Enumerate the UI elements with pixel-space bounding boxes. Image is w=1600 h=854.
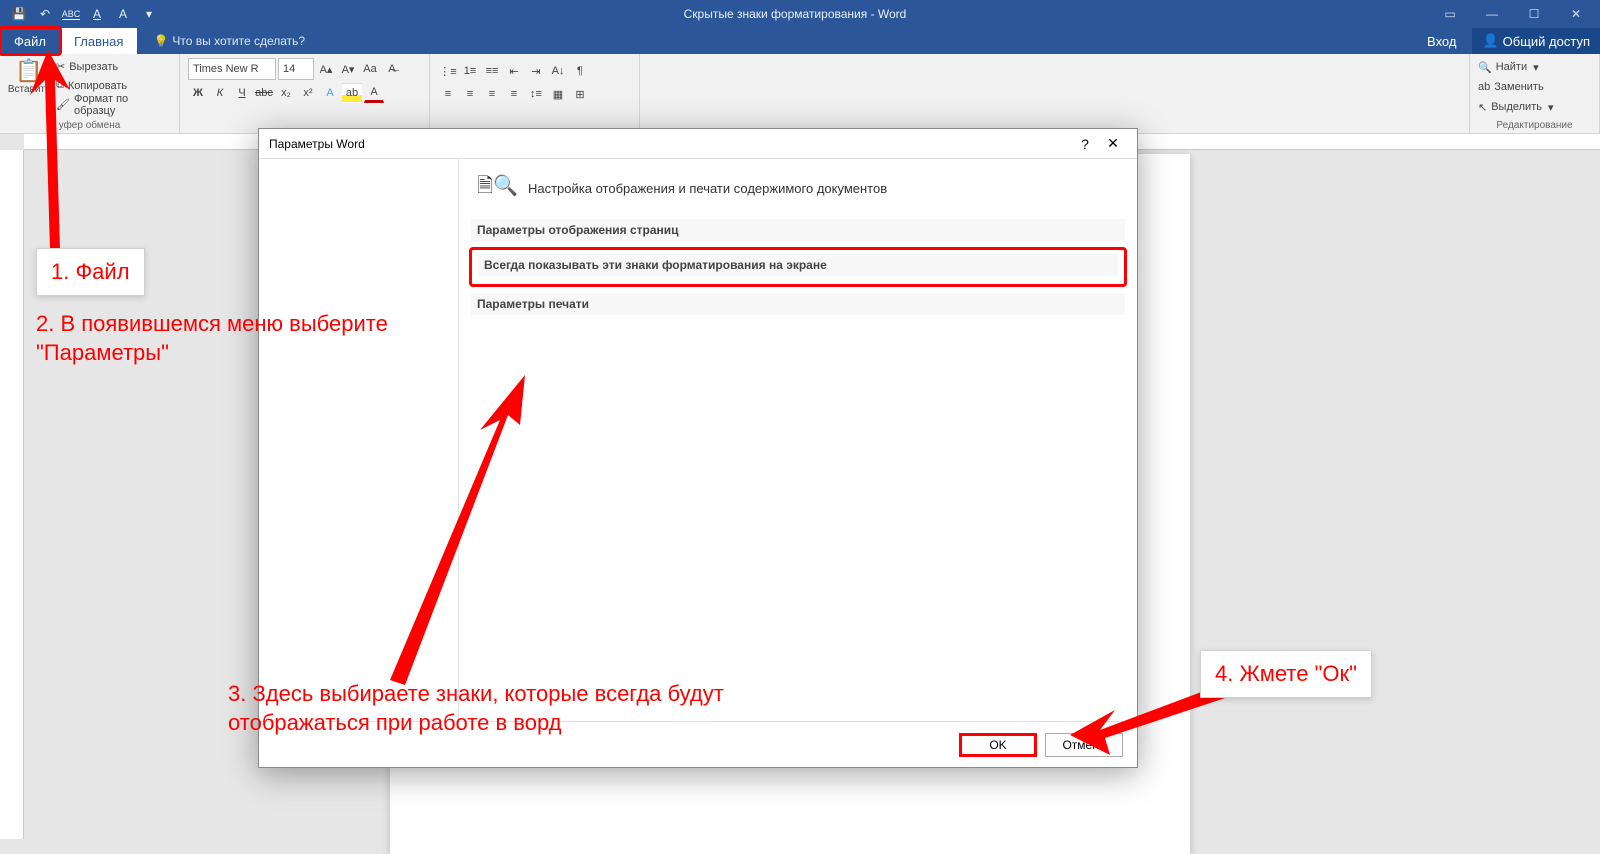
dialog-help-icon[interactable]: ? xyxy=(1071,136,1099,152)
numbering-button[interactable]: 1≡ xyxy=(460,61,480,81)
increase-indent-button[interactable]: ⇥ xyxy=(526,61,546,81)
underline-button[interactable]: Ч xyxy=(232,83,252,103)
align-right-button[interactable]: ≡ xyxy=(482,84,502,104)
dialog-content: 🗎🔍 Настройка отображения и печати содерж… xyxy=(459,159,1137,721)
title-bar: 💾 ↶ ABC A A ▾ Скрытые знаки форматирован… xyxy=(0,0,1600,28)
cancel-button[interactable]: Отмена xyxy=(1045,733,1123,757)
dialog-close-icon[interactable]: ✕ xyxy=(1099,135,1127,152)
save-icon[interactable]: 💾 xyxy=(8,3,30,25)
clear-formatting-button[interactable]: A̶ xyxy=(382,59,402,79)
section-print-options: Параметры печати xyxy=(471,293,1125,315)
replace-button[interactable]: abЗаменить xyxy=(1478,78,1591,96)
scissors-icon: ✂ xyxy=(56,60,65,73)
font-color-icon[interactable]: A xyxy=(86,3,108,25)
align-center-button[interactable]: ≡ xyxy=(460,84,480,104)
window-controls: ▭ — ☐ ✕ xyxy=(1430,0,1600,28)
justify-button[interactable]: ≡ xyxy=(504,84,524,104)
vertical-ruler[interactable] xyxy=(0,150,24,839)
multilevel-button[interactable]: ≡≡ xyxy=(482,61,502,81)
ribbon-tabs: Файл Главная 💡 Что вы хотите сделать? Вх… xyxy=(0,28,1600,54)
subscript-button[interactable]: x₂ xyxy=(276,83,296,103)
text-effects-button[interactable]: A xyxy=(320,83,340,103)
show-marks-button[interactable]: ¶ xyxy=(570,61,590,81)
share-icon: 👤 xyxy=(1482,33,1498,49)
superscript-button[interactable]: x² xyxy=(298,83,318,103)
ok-button[interactable]: OK xyxy=(959,733,1037,757)
sort-button[interactable]: A↓ xyxy=(548,61,568,81)
grow-font-button[interactable]: A▴ xyxy=(316,59,336,79)
paragraph-group: ⋮≡ 1≡ ≡≡ ⇤ ⇥ A↓ ¶ ≡ ≡ ≡ ≡ ↕≡ ▦ ⊞ xyxy=(430,54,640,133)
file-tab-label: Файл xyxy=(14,34,46,49)
ribbon-tab[interactable]: Главная xyxy=(60,28,137,54)
minimize-icon[interactable]: — xyxy=(1472,0,1512,28)
share-label: Общий доступ xyxy=(1503,34,1590,49)
clipboard-group-label: уфер обмена xyxy=(0,120,179,131)
copy-icon: ⧉ xyxy=(56,79,64,92)
word-options-dialog: Параметры Word ? ✕ 🗎🔍 Настройка отображе… xyxy=(258,128,1138,768)
ribbon: 📋 Вставить ✂Вырезать ⧉Копировать 🖌Формат… xyxy=(0,54,1600,134)
decrease-indent-button[interactable]: ⇤ xyxy=(504,61,524,81)
annotation-outline-formatting-marks: Всегда показывать эти знаки форматирован… xyxy=(469,247,1127,287)
file-tab[interactable]: Файл xyxy=(0,28,60,54)
strikethrough-button[interactable]: abc xyxy=(254,83,274,103)
editing-group-label: Редактирование xyxy=(1470,120,1599,131)
tell-me-search[interactable]: 💡 Что вы хотите сделать? xyxy=(137,28,305,54)
change-case-button[interactable]: Aa xyxy=(360,59,380,79)
editing-group: 🔍Найти▾ abЗаменить ↖Выделить▾ Редактиров… xyxy=(1470,54,1600,133)
customize-qat-icon[interactable]: ▾ xyxy=(138,3,160,25)
spellcheck-icon[interactable]: ABC xyxy=(60,3,82,25)
font-group: Times New R 14 A▴ A▾ Aa A̶ Ж К Ч abc x₂ … xyxy=(180,54,430,133)
maximize-icon[interactable]: ☐ xyxy=(1514,0,1554,28)
bold-button[interactable]: Ж xyxy=(188,83,208,103)
format-painter-button[interactable]: 🖌Формат по образцу xyxy=(56,96,171,113)
bullets-button[interactable]: ⋮≡ xyxy=(438,61,458,81)
copy-button[interactable]: ⧉Копировать xyxy=(56,77,171,94)
font-icon[interactable]: A xyxy=(112,3,134,25)
cursor-icon: ↖ xyxy=(1478,101,1487,114)
line-spacing-button[interactable]: ↕≡ xyxy=(526,84,546,104)
paste-label: Вставить xyxy=(8,84,50,95)
dialog-heading: Настройка отображения и печати содержимо… xyxy=(528,181,887,196)
italic-button[interactable]: К xyxy=(210,83,230,103)
brush-icon: 🖌 xyxy=(56,98,70,111)
display-settings-icon: 🗎🔍 xyxy=(477,171,518,205)
search-icon: 🔍 xyxy=(1478,61,1492,74)
share-button[interactable]: 👤 Общий доступ xyxy=(1472,28,1600,54)
section-display-options: Параметры отображения страниц xyxy=(471,219,1125,241)
align-left-button[interactable]: ≡ xyxy=(438,84,458,104)
ribbon-options-icon[interactable]: ▭ xyxy=(1430,0,1470,28)
dialog-title: Параметры Word xyxy=(269,137,365,151)
borders-button[interactable]: ⊞ xyxy=(570,84,590,104)
tell-me-placeholder: Что вы хотите сделать? xyxy=(172,34,305,48)
lightbulb-icon: 💡 xyxy=(153,34,168,48)
font-color-button[interactable]: A xyxy=(364,83,384,103)
signin-link[interactable]: Вход xyxy=(1413,34,1470,49)
shrink-font-button[interactable]: A▾ xyxy=(338,59,358,79)
replace-icon: ab xyxy=(1478,81,1490,93)
window-title: Скрытые знаки форматирования - Word xyxy=(160,7,1430,21)
font-name-combo[interactable]: Times New R xyxy=(188,58,276,80)
styles-group xyxy=(640,54,1470,133)
find-button[interactable]: 🔍Найти▾ xyxy=(1478,58,1591,76)
clipboard-group: 📋 Вставить ✂Вырезать ⧉Копировать 🖌Формат… xyxy=(0,54,180,133)
cut-button[interactable]: ✂Вырезать xyxy=(56,58,171,75)
quick-access-toolbar: 💾 ↶ ABC A A ▾ xyxy=(0,3,160,25)
section-formatting-marks: Всегда показывать эти знаки форматирован… xyxy=(478,254,1118,276)
highlight-button[interactable]: ab xyxy=(342,83,362,103)
shading-button[interactable]: ▦ xyxy=(548,84,568,104)
dialog-nav xyxy=(259,159,459,721)
close-icon[interactable]: ✕ xyxy=(1556,0,1596,28)
font-size-combo[interactable]: 14 xyxy=(278,58,314,80)
paste-button[interactable]: 📋 Вставить xyxy=(8,58,50,113)
undo-icon[interactable]: ↶ xyxy=(34,3,56,25)
select-button[interactable]: ↖Выделить▾ xyxy=(1478,98,1591,116)
clipboard-icon: 📋 xyxy=(15,58,42,84)
